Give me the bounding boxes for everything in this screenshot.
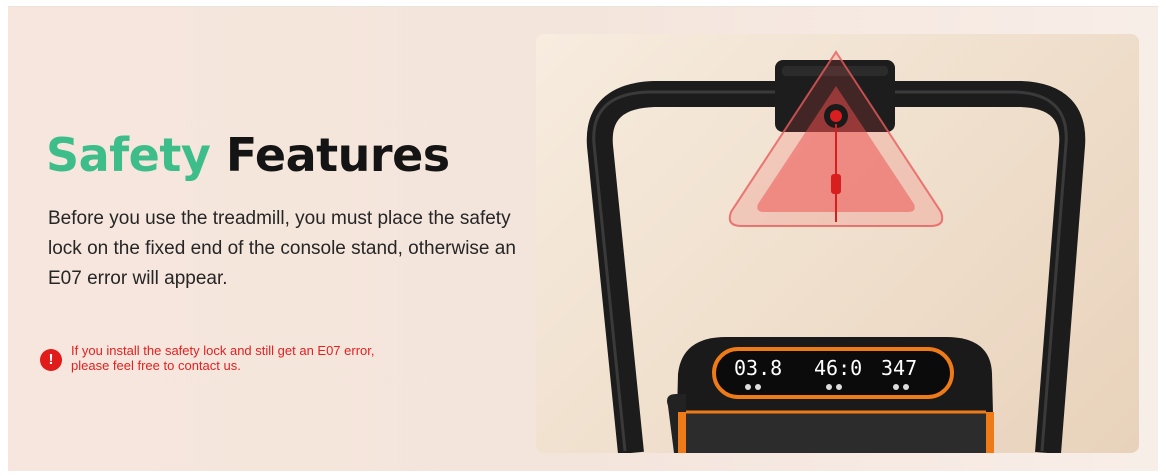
treadmill-illustration: 03.8 46:0 347 (586, 50, 1086, 453)
notice-line-1: If you install the safety lock and still… (71, 343, 375, 358)
display-calories: 347 (881, 356, 917, 380)
treadmill-product-image: 03.8 46:0 347 (536, 34, 1139, 453)
display-time: 46:0 (814, 356, 862, 380)
safety-description: Before you use the treadmill, you must p… (48, 208, 516, 289)
safety-features-banner: Safety Features Before you use the tread… (8, 6, 1158, 471)
notice-line-2: please feel free to contact us. (71, 358, 241, 373)
safety-lock-highlight (728, 50, 944, 227)
title-accent: Safety (46, 128, 211, 182)
display-speed: 03.8 (734, 356, 782, 380)
notice-text: If you install the safety lock and still… (71, 343, 471, 373)
exclamation-circle-icon: ! (40, 349, 62, 371)
error-notice: ! If you install the safety lock and sti… (40, 343, 471, 373)
section-title: Safety Features (46, 125, 450, 185)
title-rest: Features (225, 128, 450, 182)
treadmill-console: 03.8 46:0 347 (667, 337, 994, 453)
